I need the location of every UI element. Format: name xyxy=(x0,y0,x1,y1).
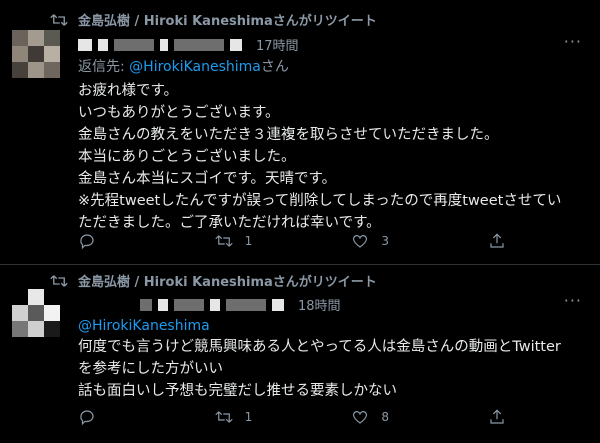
tweet-header: 17時間 xyxy=(78,35,299,54)
tweet[interactable]: 金島弘樹 / Hiroki Kaneshimaさんがリツイート 17時間 ···… xyxy=(0,0,600,264)
retweet-icon xyxy=(50,13,68,26)
avatar[interactable] xyxy=(12,289,60,337)
share-button[interactable] xyxy=(488,408,518,426)
redacted-handle[interactable] xyxy=(114,38,154,51)
retweet-icon xyxy=(50,274,68,287)
mention-line: @HirokiKaneshima xyxy=(78,318,210,334)
mention-link[interactable]: @HirokiKaneshima xyxy=(129,59,261,75)
retweeted-by-label: 金島弘樹 / Hiroki Kaneshimaさんがリツイート xyxy=(78,275,377,290)
reply-button[interactable] xyxy=(78,232,158,250)
retweet-context: 金島弘樹 / Hiroki Kaneshimaさんがリツイート xyxy=(50,271,377,290)
more-icon[interactable]: ··· xyxy=(564,32,582,51)
reply-icon xyxy=(80,410,94,426)
like-count: 8 xyxy=(381,410,389,424)
tweet-text: お疲れ様です。 いつもありがとうございます。 金島さんの教えをいただき３連複を取… xyxy=(78,83,562,231)
like-button[interactable]: 3 xyxy=(351,232,431,250)
tweet-header: 18時間 xyxy=(140,295,341,314)
redacted-name[interactable] xyxy=(78,38,92,51)
more-icon[interactable]: ··· xyxy=(564,291,582,310)
reply-to-label: 返信先: xyxy=(78,59,130,75)
heart-icon xyxy=(353,235,368,248)
tweet-actions: 1 3 xyxy=(78,232,518,250)
retweet-count: 1 xyxy=(244,410,253,424)
share-button[interactable] xyxy=(488,232,518,250)
retweet-button[interactable]: 1 xyxy=(214,408,295,426)
retweeted-by-label: 金島弘樹 / Hiroki Kaneshimaさんがリツイート xyxy=(78,14,377,29)
redacted-handle[interactable] xyxy=(174,298,204,311)
reply-to-suffix: さん xyxy=(260,59,289,75)
retweet-icon xyxy=(214,411,233,423)
tweet[interactable]: 金島弘樹 / Hiroki Kaneshimaさんがリツイート 18時間 ···… xyxy=(0,264,600,443)
share-icon xyxy=(490,409,504,424)
heart-icon xyxy=(353,411,368,424)
reply-to-line: 返信先: @HirokiKaneshimaさん xyxy=(78,56,289,76)
tweet-text: 何度でも言うけど競馬興味ある人とやってる人は金島さんの動画とTwitter を参… xyxy=(78,339,561,399)
tweet-timestamp[interactable]: 18時間 xyxy=(298,295,341,314)
retweet-count: 1 xyxy=(244,234,253,248)
redacted-name[interactable] xyxy=(140,298,152,311)
reply-button[interactable] xyxy=(78,408,158,426)
retweet-context: 金島弘樹 / Hiroki Kaneshimaさんがリツイート xyxy=(50,10,377,29)
like-button[interactable]: 8 xyxy=(351,408,431,426)
retweet-button[interactable]: 1 xyxy=(214,232,295,250)
avatar[interactable] xyxy=(12,30,60,78)
tweet-actions: 1 8 xyxy=(78,408,518,426)
tweet-timestamp[interactable]: 17時間 xyxy=(256,35,299,54)
mention-link[interactable]: @HirokiKaneshima xyxy=(78,318,210,334)
like-count: 3 xyxy=(381,234,389,248)
retweet-icon xyxy=(214,235,233,247)
reply-icon xyxy=(80,234,94,250)
share-icon xyxy=(490,233,504,248)
